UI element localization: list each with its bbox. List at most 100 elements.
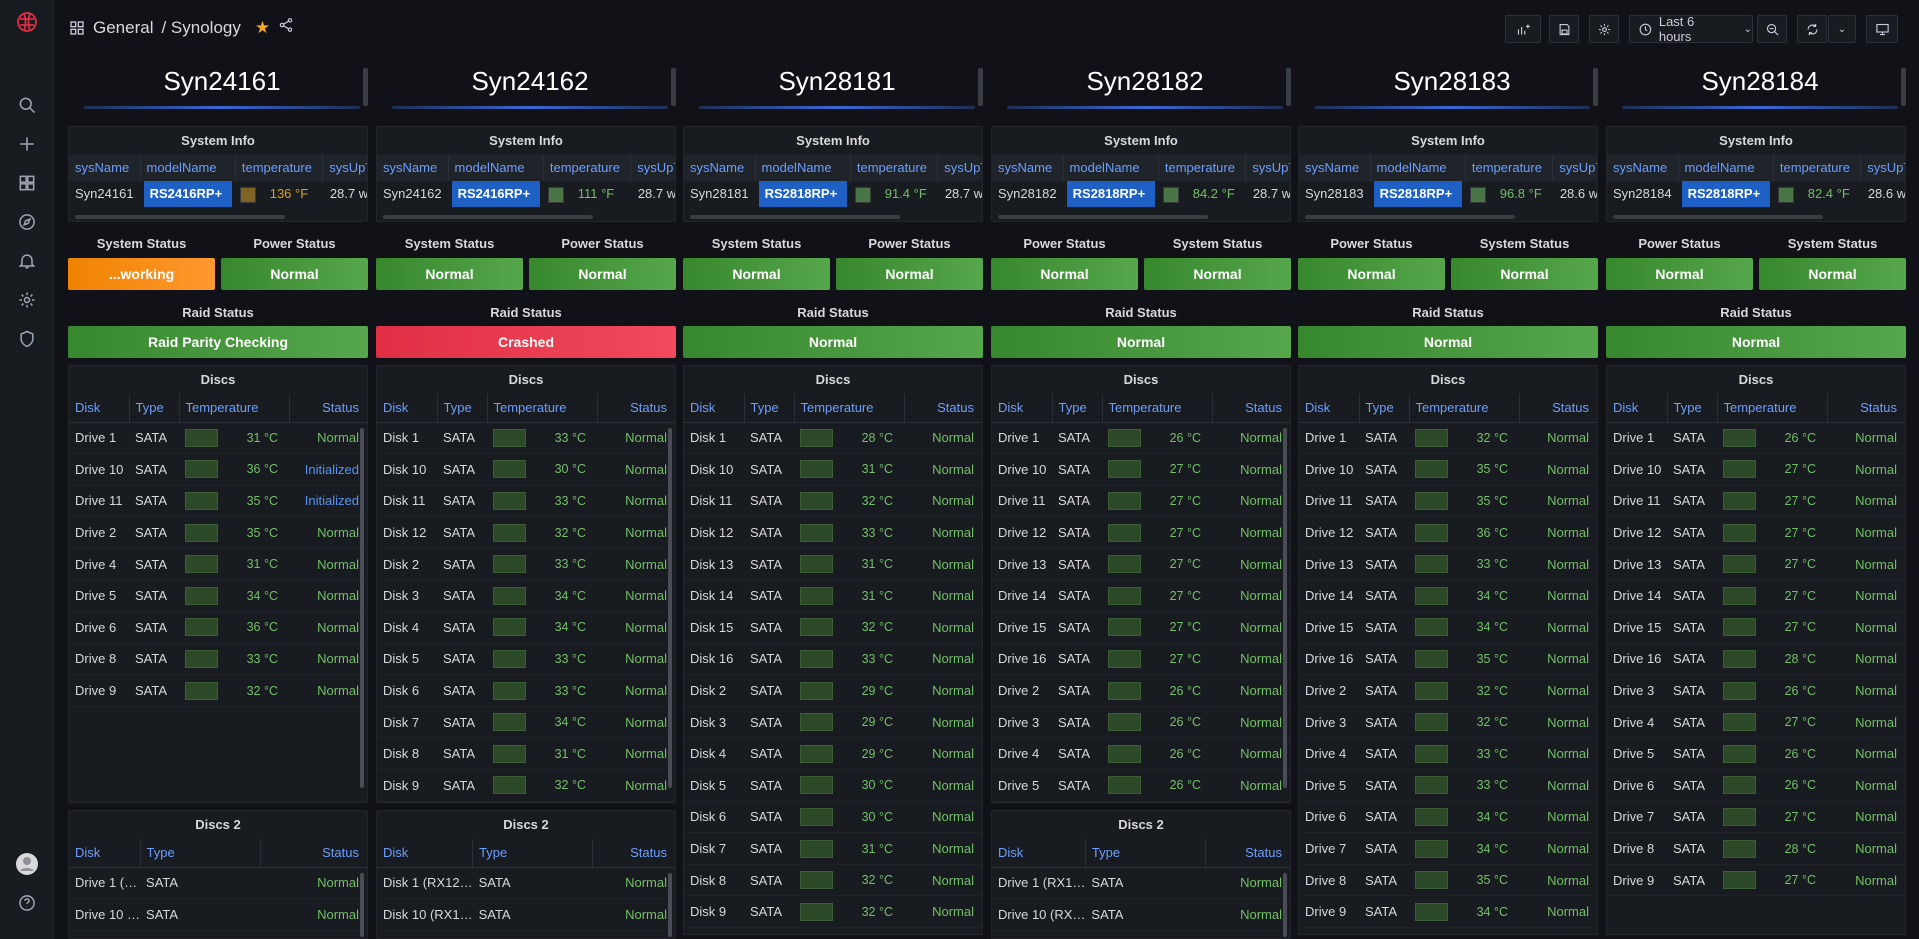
table-row[interactable]: Disk 12 SATA 33 °C Normal	[684, 516, 982, 549]
table-row[interactable]: Drive 3 SATA 32 °C Normal	[1299, 706, 1597, 739]
table-row[interactable]: Disk 10 SATA 30 °C Normal	[377, 453, 675, 486]
table-row[interactable]: Drive 10 SATA 36 °C Initialized	[69, 453, 367, 486]
column-header-modelname[interactable]: modelName	[1679, 155, 1774, 181]
table-row[interactable]: Drive 12 SATA 36 °C Normal	[1299, 516, 1597, 549]
table-row[interactable]: Disk 7 SATA 31 °C Normal	[684, 832, 982, 865]
vertical-scrollbar[interactable]	[668, 873, 672, 937]
table-row[interactable]: Disk 1 (RX12… SATA Normal	[377, 867, 675, 900]
table-row[interactable]: Disk 13 SATA 31 °C Normal	[684, 548, 982, 581]
horizontal-scrollbar[interactable]	[998, 215, 1208, 219]
table-row[interactable]: Disk 6 SATA 30 °C Normal	[684, 801, 982, 834]
status-b-value[interactable]: Normal	[221, 258, 368, 290]
column-header-modelname[interactable]: modelName	[141, 155, 236, 181]
table-row[interactable]: Drive 9 SATA 34 °C Normal	[1299, 895, 1597, 928]
table-row[interactable]: Drive 14 SATA 27 °C Normal	[992, 579, 1290, 613]
table-row[interactable]: Drive 3 SATA 26 °C Normal	[1607, 674, 1905, 707]
column-header-disk[interactable]: Disk	[377, 394, 438, 423]
raid-status-value[interactable]: Raid Parity Checking	[68, 326, 368, 358]
settings-button[interactable]	[1589, 15, 1619, 43]
column-header-uptime[interactable]: sysUpTi	[631, 155, 675, 181]
column-header-status[interactable]: Status	[260, 839, 367, 868]
column-header-type[interactable]: Type	[129, 394, 180, 423]
table-row[interactable]: Drive 6 SATA 26 °C Normal	[1607, 769, 1905, 802]
refresh-button[interactable]	[1797, 15, 1827, 43]
column-header-modelname[interactable]: modelName	[756, 155, 851, 181]
status-a-value[interactable]: Normal	[991, 258, 1138, 290]
column-header-uptime[interactable]: sysUpTi	[1553, 155, 1597, 181]
column-header-temperature[interactable]: temperature	[1159, 155, 1247, 181]
raid-status-value[interactable]: Normal	[683, 326, 983, 358]
table-row[interactable]: Drive 5 SATA 26 °C Normal	[992, 769, 1290, 802]
column-header-type[interactable]: Type	[1052, 394, 1103, 423]
column-header-temperature[interactable]: temperature	[851, 155, 939, 181]
column-header-disk[interactable]: Disk	[377, 839, 474, 868]
vertical-scrollbar[interactable]	[668, 428, 672, 788]
table-row[interactable]: Drive 14 SATA 27 °C Normal	[1607, 579, 1905, 613]
column-header-disk[interactable]: Disk	[992, 394, 1053, 423]
table-row[interactable]: Drive 12 SATA 27 °C Normal	[992, 516, 1290, 549]
scrollbar[interactable]	[1901, 68, 1906, 106]
column-header-temperature[interactable]: temperature	[236, 155, 324, 181]
table-row[interactable]: Disk 10 (RX1… SATA Normal	[377, 898, 675, 931]
table-row[interactable]: Disk 16 SATA 33 °C Normal	[684, 643, 982, 676]
table-row[interactable]: Disk 1 SATA 33 °C Normal	[377, 422, 675, 455]
status-a-value[interactable]: ...working	[68, 258, 215, 290]
table-row[interactable]: Disk 11 SATA 33 °C Normal	[377, 485, 675, 518]
column-header-sysname[interactable]: sysName	[377, 155, 449, 181]
column-header-status[interactable]: Status	[592, 839, 675, 868]
zoom-out-button[interactable]	[1757, 15, 1787, 43]
alert-bell-icon[interactable]	[15, 249, 39, 273]
table-row[interactable]: Drive 10 … SATA Normal	[69, 898, 367, 931]
table-row[interactable]: Drive 5 SATA 34 °C Normal	[69, 579, 367, 613]
status-b-value[interactable]: Normal	[1144, 258, 1291, 290]
grafana-logo-icon[interactable]	[15, 10, 39, 34]
table-row[interactable]: Drive 1 (RX1… SATA Normal	[992, 867, 1290, 900]
table-row[interactable]: Drive 15 SATA 27 °C Normal	[1607, 611, 1905, 644]
dashboards-icon[interactable]	[15, 171, 39, 195]
save-button[interactable]	[1549, 15, 1579, 43]
status-a-value[interactable]: Normal	[683, 258, 830, 290]
table-row[interactable]: Drive 2 SATA 32 °C Normal	[1299, 674, 1597, 707]
table-row[interactable]: Disk 9 SATA 32 °C Normal	[377, 769, 675, 802]
column-header-disk[interactable]: Disk	[684, 394, 745, 423]
refresh-interval-dropdown[interactable]: ⌄	[1828, 15, 1856, 43]
table-row[interactable]: Disk 15 SATA 32 °C Normal	[684, 611, 982, 644]
status-b-value[interactable]: Normal	[529, 258, 676, 290]
horizontal-scrollbar[interactable]	[383, 215, 593, 219]
horizontal-scrollbar[interactable]	[690, 215, 900, 219]
column-header-status[interactable]: Status	[1205, 839, 1290, 868]
table-row[interactable]: Disk 14 SATA 31 °C Normal	[684, 579, 982, 613]
table-row[interactable]: Drive 14 SATA 34 °C Normal	[1299, 579, 1597, 613]
scrollbar[interactable]	[671, 68, 676, 106]
column-header-disk[interactable]: Disk	[1299, 394, 1360, 423]
column-header-temperature[interactable]: temperature	[1466, 155, 1554, 181]
table-row[interactable]: Drive 7 SATA 27 °C Normal	[1607, 801, 1905, 834]
table-row[interactable]: Drive 10 SATA 35 °C Normal	[1299, 453, 1597, 486]
status-a-value[interactable]: Normal	[1606, 258, 1753, 290]
table-row[interactable]: Disk 2 SATA 29 °C Normal	[684, 674, 982, 707]
table-row[interactable]: Drive 7 SATA 34 °C Normal	[1299, 832, 1597, 865]
gear-icon[interactable]	[15, 288, 39, 312]
breadcrumb-dashboard[interactable]: / Synology	[161, 18, 240, 38]
column-header-sysname[interactable]: sysName	[684, 155, 756, 181]
column-header-temperature[interactable]: Temperature	[487, 394, 598, 423]
share-icon[interactable]	[278, 17, 294, 38]
column-header-temperature[interactable]: Temperature	[179, 394, 290, 423]
column-header-status[interactable]: Status	[289, 394, 367, 423]
column-header-type[interactable]: Type	[140, 839, 261, 868]
time-range-picker[interactable]: Last 6 hours ⌄	[1629, 14, 1753, 44]
add-panel-button[interactable]	[1505, 15, 1541, 43]
table-row[interactable]: Disk 4 SATA 34 °C Normal	[377, 611, 675, 644]
column-header-temperature[interactable]: Temperature	[1102, 394, 1213, 423]
table-row[interactable]: Drive 16 SATA 28 °C Normal	[1607, 643, 1905, 676]
avatar[interactable]	[15, 852, 39, 876]
table-row[interactable]: Drive 11 SATA 35 °C Normal	[1299, 485, 1597, 518]
column-header-modelname[interactable]: modelName	[1371, 155, 1466, 181]
column-header-temperature[interactable]: temperature	[544, 155, 632, 181]
column-header-status[interactable]: Status	[1827, 394, 1905, 423]
table-row[interactable]: Disk 5 SATA 33 °C Normal	[377, 643, 675, 676]
column-header-status[interactable]: Status	[1212, 394, 1290, 423]
explore-icon[interactable]	[15, 210, 39, 234]
scrollbar[interactable]	[1593, 68, 1598, 106]
table-row[interactable]: Disk 3 SATA 29 °C Normal	[684, 706, 982, 739]
